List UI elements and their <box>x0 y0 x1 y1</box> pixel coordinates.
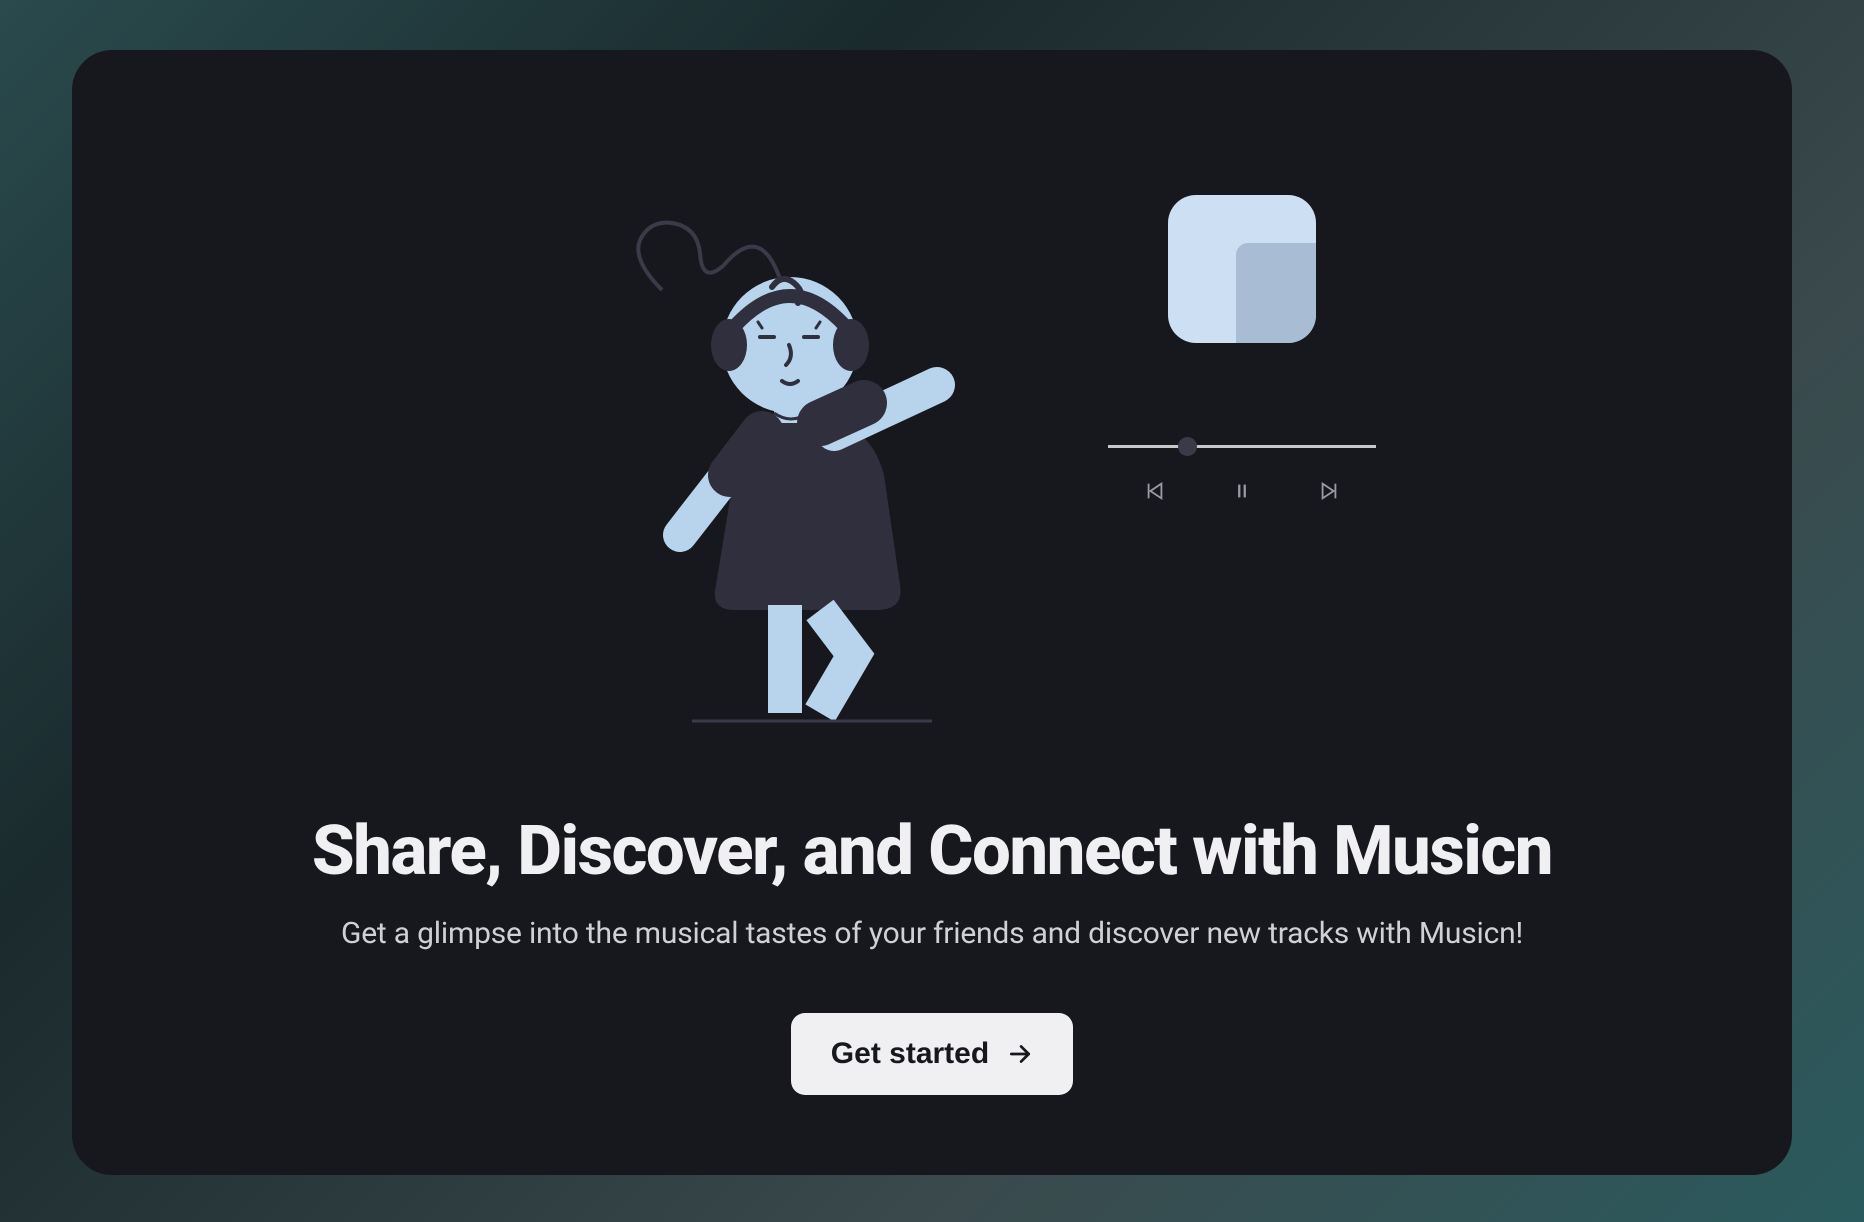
playback-progress-handle[interactable] <box>1178 437 1197 456</box>
player-controls <box>1144 480 1340 502</box>
hero-card: Share, Discover, and Connect with Musicn… <box>72 50 1792 1175</box>
album-art-accent <box>1236 243 1316 343</box>
cta-label: Get started <box>831 1037 989 1071</box>
hero-subheadline: Get a glimpse into the musical tastes of… <box>341 916 1523 951</box>
pause-icon[interactable] <box>1231 480 1253 502</box>
arrow-right-icon <box>1007 1041 1033 1067</box>
dancing-person-illustration <box>562 165 1002 755</box>
playback-progress-bar[interactable] <box>1108 445 1376 448</box>
music-player-widget <box>1072 195 1412 502</box>
album-art <box>1168 195 1316 343</box>
previous-track-icon[interactable] <box>1144 480 1166 502</box>
next-track-icon[interactable] <box>1318 480 1340 502</box>
hero-illustration <box>522 165 1342 755</box>
hero-headline: Share, Discover, and Connect with Musicn <box>312 810 1552 891</box>
get-started-button[interactable]: Get started <box>791 1013 1073 1095</box>
